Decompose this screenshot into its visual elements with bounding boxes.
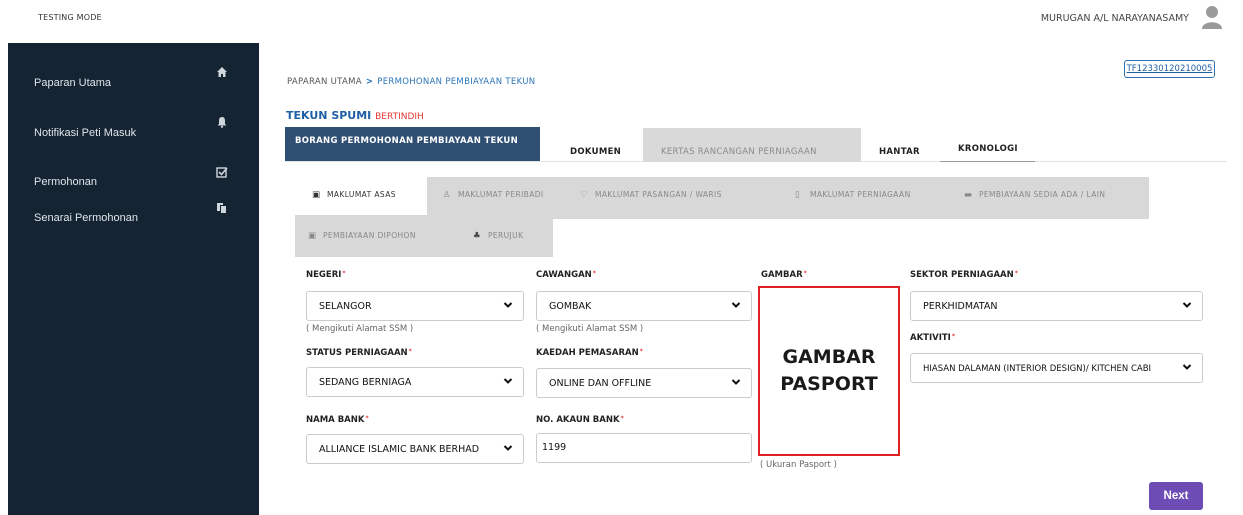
breadcrumb: PAPARAN UTAMA > PERMOHONAN PEMBIAYAAN TEKU… xyxy=(287,77,535,87)
nama-bank-value: ALLIANCE ISLAMIC BANK BERHAD xyxy=(319,444,480,455)
chevron-down-icon xyxy=(731,302,741,308)
gambar-label: GAMBAR* xyxy=(761,270,807,280)
top-bar: TESTING MODE MURUGAN A/L NARAYANASAMY xyxy=(0,0,1243,40)
tab-kronologi-underline xyxy=(940,161,1035,162)
tab-dokumen[interactable]: DOKUMEN xyxy=(570,147,621,157)
kaedah-pemasaran-label: KAEDAH PEMASARAN* xyxy=(536,348,643,358)
breadcrumb-current: PERMOHONAN PEMBIAYAAN TEKUN xyxy=(377,77,536,87)
passport-photo-placeholder: GAMBAR PASPORT xyxy=(780,346,878,395)
chevron-down-icon xyxy=(1182,364,1192,370)
status-perniagaan-value: SEDANG BERNIAGA xyxy=(319,377,412,388)
cawangan-label: CAWANGAN* xyxy=(536,270,596,280)
user-plus-icon: ♣ xyxy=(473,231,482,241)
tab-borang-permohonan[interactable]: BORANG PERMOHONAN PEMBIAYAAN TEKUN xyxy=(285,127,540,161)
copy-icon xyxy=(217,203,227,214)
subtab-label: MAKLUMAT PERIBADI xyxy=(458,190,544,199)
sektor-perniagaan-select[interactable]: PERKHIDMATAN xyxy=(910,291,1203,321)
sidebar-item-paparan-utama[interactable]: Paparan Utama xyxy=(8,67,259,96)
building-icon: ▯ xyxy=(795,190,801,200)
user-icon: ♙ xyxy=(443,190,452,200)
subtab-maklumat-perniagaan[interactable]: ▯ MAKLUMAT PERNIAGAAN xyxy=(773,177,945,215)
chevron-down-icon xyxy=(503,378,513,384)
reference-number-link[interactable]: TF12330120210005 xyxy=(1124,60,1215,78)
negeri-label: NEGERI* xyxy=(306,270,346,280)
sidebar-item-senarai-permohonan[interactable]: Senarai Permohonan xyxy=(8,203,259,231)
no-akaun-input[interactable]: 1199 xyxy=(536,433,752,463)
breadcrumb-separator: > xyxy=(365,77,374,87)
sidebar-item-notifikasi[interactable]: Notifikasi Peti Masuk xyxy=(8,117,259,146)
checkbox-icon xyxy=(216,167,228,178)
negeri-value: SELANGOR xyxy=(319,301,372,312)
tab-hantar[interactable]: HANTAR xyxy=(879,147,920,157)
page-title-sub: BERTINDIH xyxy=(375,112,424,122)
subtab-maklumat-asas[interactable]: ▣ MAKLUMAT ASAS xyxy=(295,177,427,215)
chevron-down-icon xyxy=(503,302,513,308)
cawangan-select[interactable]: GOMBAK xyxy=(536,291,752,321)
subtab-pembiayaan-dipohon[interactable]: ▣ PEMBIAYAAN DIPOHON xyxy=(295,219,453,257)
subtab-maklumat-peribadi[interactable]: ♙ MAKLUMAT PERIBADI xyxy=(427,177,565,215)
tab-kronologi[interactable]: KRONOLOGI xyxy=(958,144,1018,154)
subtab-label: MAKLUMAT PASANGAN / WARIS xyxy=(595,190,722,199)
aktiviti-label: AKTIVITI* xyxy=(910,333,955,343)
negeri-hint: ( Mengikuti Alamat SSM ) xyxy=(306,324,414,334)
sidebar-item-label: Notifikasi Peti Masuk xyxy=(34,127,137,139)
page-title-main: TEKUN SPUMI xyxy=(286,109,372,122)
status-perniagaan-label: STATUS PERNIAGAAN* xyxy=(306,348,412,358)
subtab-label: PEMBIAYAAN SEDIA ADA / LAIN xyxy=(979,190,1106,199)
sidebar-item-label: Senarai Permohonan xyxy=(34,212,138,224)
cawangan-value: GOMBAK xyxy=(549,301,592,312)
kaedah-pemasaran-value: ONLINE DAN OFFLINE xyxy=(549,378,652,389)
subtab-bar-empty-area xyxy=(553,219,1149,257)
subtab-label: PEMBIAYAAN DIPOHON xyxy=(323,231,416,240)
tab-kertas-rancangan[interactable]: KERTAS RANCANGAN PERNIAGAAN xyxy=(643,128,861,162)
sidebar-item-label: Permohonan xyxy=(34,176,97,188)
nama-bank-label: NAMA BANK* xyxy=(306,415,369,425)
subtab-pembiayaan-sedia-ada[interactable]: ▬ PEMBIAYAAN SEDIA ADA / LAIN xyxy=(945,177,1149,215)
next-button[interactable]: Next xyxy=(1149,482,1203,510)
credit-card-icon: ▬ xyxy=(964,190,973,200)
sidebar-item-permohonan[interactable]: Permohonan xyxy=(8,167,259,195)
heart-icon: ♡ xyxy=(580,190,589,200)
subtab-label: PERUJUK xyxy=(488,231,524,240)
status-perniagaan-select[interactable]: SEDANG BERNIAGA xyxy=(306,367,524,397)
page-title: TEKUN SPUMI BERTINDIH xyxy=(286,109,424,122)
sektor-perniagaan-value: PERKHIDMATAN xyxy=(923,301,998,312)
sidebar-item-label: Paparan Utama xyxy=(34,77,112,89)
id-card-icon: ▣ xyxy=(312,190,321,200)
kaedah-pemasaran-select[interactable]: ONLINE DAN OFFLINE xyxy=(536,368,752,398)
sektor-perniagaan-label: SEKTOR PERNIAGAAN* xyxy=(910,270,1018,280)
user-name[interactable]: MURUGAN A/L NARAYANASAMY xyxy=(1041,13,1189,24)
gambar-hint: ( Ukuran Pasport ) xyxy=(760,460,837,470)
aktiviti-value: HIASAN DALAMAN (INTERIOR DESIGN)/ KITCHE… xyxy=(923,364,1152,374)
sidebar: Paparan Utama Notifikasi Peti Masuk Perm… xyxy=(8,43,259,515)
aktiviti-select[interactable]: HIASAN DALAMAN (INTERIOR DESIGN)/ KITCHE… xyxy=(910,353,1203,383)
cawangan-hint: ( Mengikuti Alamat SSM ) xyxy=(536,324,644,334)
subtab-label: MAKLUMAT ASAS xyxy=(327,190,396,199)
subtab-perujuk[interactable]: ♣ PERUJUK xyxy=(453,219,553,257)
money-icon: ▣ xyxy=(308,231,317,241)
subtab-maklumat-pasangan[interactable]: ♡ MAKLUMAT PASANGAN / WARIS xyxy=(565,177,773,215)
no-akaun-label: NO. AKAUN BANK* xyxy=(536,415,624,425)
chevron-down-icon xyxy=(731,379,741,385)
breadcrumb-home[interactable]: PAPARAN UTAMA xyxy=(287,77,362,87)
bell-icon xyxy=(217,117,227,128)
nama-bank-select[interactable]: ALLIANCE ISLAMIC BANK BERHAD xyxy=(306,434,524,464)
negeri-select[interactable]: SELANGOR xyxy=(306,291,524,321)
chevron-down-icon xyxy=(1182,302,1192,308)
avatar-icon[interactable] xyxy=(1201,5,1223,29)
chevron-down-icon xyxy=(503,445,513,451)
testing-mode-label: TESTING MODE xyxy=(38,13,102,22)
passport-photo-upload[interactable]: GAMBAR PASPORT xyxy=(758,286,900,456)
home-icon xyxy=(217,67,227,77)
subtab-label: MAKLUMAT PERNIAGAAN xyxy=(810,190,911,199)
